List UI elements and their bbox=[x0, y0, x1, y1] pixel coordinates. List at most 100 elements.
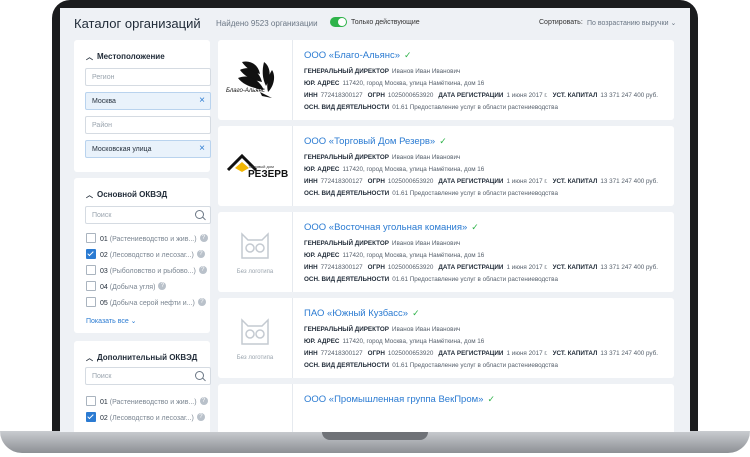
field-value: 01.61 Предоставление услуг в области рас… bbox=[392, 362, 558, 369]
field-value: 1 июня 2017 г. bbox=[506, 264, 548, 271]
company-name-text: ООО «Благо-Альянс» bbox=[304, 50, 401, 61]
checkbox[interactable] bbox=[86, 297, 96, 307]
checkbox-checked[interactable] bbox=[86, 249, 96, 259]
field-label: ОСН. ВИД ДЕЯТЕЛЬНОСТИ bbox=[304, 104, 390, 111]
field-value: 1 июня 2017 г. bbox=[506, 350, 548, 357]
okved-main-item[interactable]: 01 (Растениеводство и жив...)? bbox=[86, 233, 208, 246]
company-name[interactable]: ООО «Восточная угольная комания» ✓ bbox=[304, 222, 479, 233]
company-logo: Без логотипа bbox=[218, 298, 293, 378]
okved-extra-item[interactable]: 02 (Лесоводство и лесозаг...)? bbox=[86, 412, 205, 425]
search-icon[interactable] bbox=[195, 371, 204, 380]
okved-main-item[interactable]: 03 (Рыболовство и рыбово...)? bbox=[86, 265, 207, 278]
no-logo-label: Без логотипа bbox=[236, 355, 274, 361]
search-icon[interactable] bbox=[195, 210, 204, 219]
okved-desc: (Добыча угля) bbox=[109, 283, 156, 291]
region-selected-text: Москва bbox=[92, 98, 116, 105]
help-icon[interactable]: ? bbox=[198, 266, 207, 274]
okved-desc: (Рыболовство и рыбово...) bbox=[109, 267, 196, 275]
help-icon[interactable]: ? bbox=[196, 250, 205, 258]
owl-placeholder-icon bbox=[241, 318, 269, 345]
field-label: ДАТА РЕГИСТРАЦИИ bbox=[438, 178, 504, 185]
okved-main-search-input[interactable]: Поиск bbox=[85, 206, 211, 224]
checkbox[interactable] bbox=[86, 281, 96, 291]
only-active-toggle[interactable] bbox=[330, 17, 347, 27]
checkbox[interactable] bbox=[86, 265, 96, 275]
company-name-text: ООО «Торговый Дом Резерв» bbox=[304, 136, 436, 147]
page-title: Каталог организаций bbox=[74, 16, 201, 31]
field-value: 1025000653920 bbox=[387, 92, 434, 99]
field-label: УСТ. КАПИТАЛ bbox=[552, 92, 598, 99]
sort-dropdown[interactable]: По возрастанию выручки ⌄ bbox=[587, 19, 676, 27]
company-card[interactable]: Без логотипа ООО «Восточная угольная ком… bbox=[218, 212, 674, 292]
help-icon[interactable]: ? bbox=[199, 397, 208, 405]
app-screen: Каталог организаций Найдено 9523 организ… bbox=[60, 8, 690, 432]
district-input[interactable]: Район bbox=[85, 116, 211, 134]
okved-extra-title: Дополнительный ОКВЭД bbox=[97, 353, 198, 362]
verified-check-icon: ✓ bbox=[471, 222, 479, 232]
field-value: 117420, город Москва, улица Намёткина, д… bbox=[342, 166, 485, 173]
verified-check-icon: ✓ bbox=[404, 50, 412, 60]
field-label: ИНН bbox=[304, 350, 318, 357]
close-icon[interactable]: × bbox=[199, 143, 205, 154]
field-label: ОГРН bbox=[367, 92, 385, 99]
help-icon[interactable]: ? bbox=[196, 413, 205, 421]
okved-code: 01 bbox=[100, 398, 108, 406]
help-icon[interactable]: ? bbox=[197, 298, 206, 306]
okved-extra-item[interactable]: 01 (Растениеводство и жив...)? bbox=[86, 396, 208, 409]
activity-line: ОСН. ВИД ДЕЯТЕЛЬНОСТИ 01.61 Предоставлени… bbox=[304, 276, 558, 283]
field-label: ЮР. АДРЕС bbox=[304, 252, 340, 259]
company-name[interactable]: ООО «Торговый Дом Резерв» ✓ bbox=[304, 136, 447, 147]
wheat-logo-icon bbox=[238, 61, 275, 98]
field-value: 117420, город Москва, улица Намёткина, д… bbox=[342, 252, 485, 259]
company-card[interactable]: ООО «Промышленная группа ВекПром» ✓ bbox=[218, 384, 674, 432]
okved-extra-panel: ︿ Дополнительный ОКВЭД Поиск 01 (Растение… bbox=[74, 341, 211, 432]
okved-main-header[interactable]: ︿ Основной ОКВЭД bbox=[86, 190, 167, 200]
address-line: ЮР. АДРЕС 117420, город Москва, улица Нам… bbox=[304, 166, 484, 173]
company-card[interactable]: Без логотипа ПАО «Южный Кузбасс» ✓ ГЕНЕРА… bbox=[218, 298, 674, 378]
chevron-up-icon: ︿ bbox=[86, 355, 93, 362]
field-label: ДАТА РЕГИСТРАЦИИ bbox=[438, 264, 504, 271]
company-name-text: ООО «Восточная угольная комания» bbox=[304, 222, 468, 233]
company-card[interactable]: Благо-Альянс ООО «Благо-Альянс» ✓ ГЕНЕРАЛ… bbox=[218, 40, 674, 120]
field-value: 13 371 247 400 руб. bbox=[600, 178, 658, 185]
registry-line: ИНН 772418300127 ОГРН 1025000653920 ДАТА РЕГ… bbox=[304, 264, 658, 271]
company-name[interactable]: ООО «Промышленная группа ВекПром» ✓ bbox=[304, 394, 495, 405]
registry-line: ИНН 772418300127 ОГРН 1025000653920 ДАТА РЕГ… bbox=[304, 92, 658, 99]
okved-code: 02 bbox=[100, 414, 108, 422]
close-icon[interactable]: × bbox=[199, 95, 205, 106]
help-icon[interactable]: ? bbox=[158, 282, 167, 290]
registry-line: ИНН 772418300127 ОГРН 1025000653920 ДАТА РЕГ… bbox=[304, 350, 658, 357]
okved-main-item[interactable]: 02 (Лесоводство и лесозаг...)? bbox=[86, 249, 205, 262]
field-value: 772418300127 bbox=[320, 350, 363, 357]
company-name[interactable]: ООО «Благо-Альянс» ✓ bbox=[304, 50, 412, 61]
field-value: 01.61 Предоставление услуг в области рас… bbox=[392, 104, 558, 111]
company-name[interactable]: ПАО «Южный Кузбасс» ✓ bbox=[304, 308, 420, 319]
okved-extra-search-input[interactable]: Поиск bbox=[85, 367, 211, 385]
field-label: ИНН bbox=[304, 92, 318, 99]
sort-label: Сортировать: bbox=[539, 19, 583, 26]
company-logo bbox=[218, 384, 293, 432]
field-value: 1025000653920 bbox=[387, 264, 434, 271]
region-input[interactable]: Регион bbox=[85, 68, 211, 86]
field-label: УСТ. КАПИТАЛ bbox=[552, 350, 598, 357]
checkbox[interactable] bbox=[86, 396, 96, 406]
show-all-link[interactable]: Показать все ⌄ bbox=[86, 317, 137, 325]
okved-main-search-placeholder: Поиск bbox=[92, 212, 112, 219]
director-line: ГЕНЕРАЛЬНЫЙ ДИРЕКТОР Иванов Иван Иванович bbox=[304, 68, 460, 75]
okved-extra-header[interactable]: ︿ Дополнительный ОКВЭД bbox=[86, 353, 197, 363]
field-value: 1025000653920 bbox=[387, 350, 434, 357]
region-selected: Москва × bbox=[85, 92, 211, 110]
okved-main-item[interactable]: 04 (Добыча угля)? bbox=[86, 281, 167, 294]
checkbox-checked[interactable] bbox=[86, 412, 96, 422]
checkbox[interactable] bbox=[86, 233, 96, 243]
okved-main-item[interactable]: 05 (Добыча серой нефти и...)? bbox=[86, 297, 206, 310]
field-value: 117420, город Москва, улица Намёткина, д… bbox=[342, 338, 485, 345]
verified-check-icon: ✓ bbox=[487, 394, 495, 404]
activity-line: ОСН. ВИД ДЕЯТЕЛЬНОСТИ 01.61 Предоставлени… bbox=[304, 104, 558, 111]
location-filter-header[interactable]: ︿ Местоположение bbox=[86, 52, 165, 62]
company-card[interactable]: Торговый дом РЕЗЕРВ ООО «Торговый Дом Ре… bbox=[218, 126, 674, 206]
company-logo: Торговый дом РЕЗЕРВ bbox=[218, 126, 293, 206]
field-value: 01.61 Предоставление услуг в области рас… bbox=[392, 276, 558, 283]
help-icon[interactable]: ? bbox=[199, 234, 208, 242]
field-label: ОГРН bbox=[367, 264, 385, 271]
